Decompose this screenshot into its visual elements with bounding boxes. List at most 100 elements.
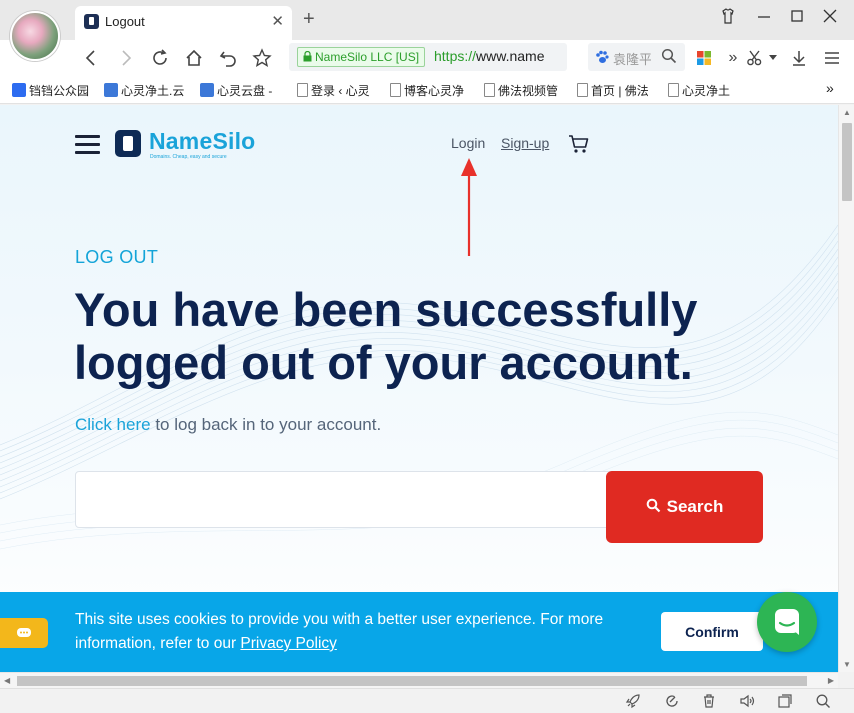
search-button[interactable]: Search [606,471,763,543]
horizontal-scrollbar[interactable]: ◀ ▶ [0,672,838,688]
bookmark-label: 佛法视频管 [498,84,559,98]
scissors-dropdown-icon[interactable] [764,45,782,71]
secure-badge[interactable]: NameSilo LLC [US] [297,47,426,67]
page-headline: You have been successfully logged out of… [74,283,698,389]
privacy-policy-link[interactable]: Privacy Policy [240,635,336,652]
scroll-up-icon[interactable]: ▲ [843,108,851,117]
download-icon[interactable] [786,45,812,71]
brand-name: NameSilo [149,128,256,154]
bookmark-item[interactable]: 首页 | 佛法 [577,82,653,100]
trash-icon[interactable] [701,693,717,709]
signup-link[interactable]: Sign-up [501,135,549,151]
bookmarks-bar: 铛铛公众园 心灵净土.云 心灵云盘 - 登录 ‹ 心灵 博客心灵净 佛法视频管 … [0,76,854,104]
scroll-right-icon[interactable]: ▶ [828,676,834,685]
domain-search-input[interactable] [75,471,615,528]
login-link[interactable]: Login [451,135,485,151]
bookmark-item[interactable]: 佛法视频管 [484,82,560,100]
intercom-chat-button[interactable] [757,592,817,652]
page-viewport: NameSilo Domains. Cheap, easy and secure… [0,105,838,672]
bookmark-label: 心灵净土 [682,84,731,98]
k-logo-icon [104,83,118,97]
bookmark-label: 首页 | 佛法 [591,84,649,98]
home-icon[interactable] [181,45,207,71]
bookmark-item[interactable]: 心灵净土 [668,82,738,100]
browser-search-box[interactable]: 袁隆平 [588,43,685,71]
close-window-icon[interactable] [823,8,837,29]
search-placeholder: 袁隆平 [613,52,651,67]
relogin-rest-text: to log back in to your account. [150,415,382,434]
lock-icon [303,50,312,62]
bookmark-label: 博客心灵净 [404,84,465,98]
undo-icon[interactable] [215,45,241,71]
minimize-icon[interactable] [757,8,771,29]
browser-window: Logout ✕ + NameSilo LLC [US] https://www… [0,0,854,713]
window-icon[interactable] [777,693,793,709]
page-kicker: LOG OUT [75,247,159,267]
address-bar[interactable]: NameSilo LLC [US] https://www.name [289,43,567,71]
bookmark-item[interactable]: 铛铛公众园 [12,82,94,100]
annotation-arrow-icon [461,158,477,256]
page-icon [668,83,679,97]
reload-icon[interactable] [147,45,173,71]
page-icon [390,83,401,97]
forward-icon[interactable] [113,45,139,71]
url-host: www.name [476,48,545,64]
bookmark-label: 铛铛公众园 [29,84,90,98]
namesilo-logo[interactable]: NameSilo Domains. Cheap, easy and secure [115,128,260,160]
bookmark-item[interactable]: 心灵云盘 - [200,82,278,100]
horizontal-scroll-thumb[interactable] [17,676,807,686]
chat-bubble-icon[interactable] [0,618,48,648]
namesilo-favicon-icon [84,14,99,29]
tab-close-icon[interactable]: ✕ [271,12,284,30]
page-icon [577,83,588,97]
apps-grid-icon[interactable] [691,45,717,71]
baidu-paw-icon [594,49,610,65]
url-text[interactable]: https://www.name [434,48,562,64]
click-here-link[interactable]: Click here [75,415,151,434]
hamburger-menu-icon[interactable] [75,135,100,154]
bookmark-item[interactable]: 登录 ‹ 心灵 [297,82,375,100]
bookmark-label: 心灵云盘 - [217,84,273,98]
back-icon[interactable] [78,45,104,71]
confirm-cookies-button[interactable]: Confirm [661,612,763,651]
status-bar [0,688,854,713]
tab-logout[interactable]: Logout ✕ [75,6,292,40]
refresh-speed-icon[interactable] [664,693,680,709]
maximize-icon[interactable] [790,8,804,29]
tab-bar: Logout ✕ + [0,0,854,61]
k-logo-icon [200,83,214,97]
menu-icon[interactable] [819,45,845,71]
bookmark-app-icon [12,83,26,97]
bookmark-item[interactable]: 心灵净土.云 [104,82,188,100]
brand-tagline: Domains. Cheap, easy and secure [150,154,227,160]
scroll-left-icon[interactable]: ◀ [4,676,10,685]
cookie-banner: This site uses cookies to provide you wi… [0,592,838,672]
zoom-search-icon[interactable] [815,693,831,709]
scroll-down-icon[interactable]: ▼ [843,660,851,669]
search-icon [646,498,661,517]
skin-icon[interactable] [720,8,736,29]
rocket-icon[interactable] [625,693,641,709]
favorite-star-icon[interactable] [249,45,275,71]
bookmark-item[interactable]: 博客心灵净 [390,82,468,100]
vertical-scroll-thumb[interactable] [842,123,852,201]
search-button-label: Search [666,497,724,516]
logo-badge-icon [115,130,141,157]
cookie-message: This site uses cookies to provide you wi… [75,608,635,656]
cookie-message-text: This site uses cookies to provide you wi… [75,611,604,652]
more-bookmarks-button[interactable]: » [826,80,834,98]
relogin-text: Click here to log back in to your accoun… [75,415,381,435]
tab-title: Logout [105,14,145,29]
volume-icon[interactable] [739,693,755,709]
browser-toolbar: NameSilo LLC [US] https://www.name 袁隆平 » [0,40,854,76]
bookmark-label: 心灵净土.云 [121,84,185,98]
search-icon[interactable] [661,48,677,67]
new-tab-button[interactable]: + [303,8,315,31]
page-icon [484,83,495,97]
profile-avatar[interactable] [10,11,60,61]
cart-icon[interactable] [568,134,590,154]
vertical-scrollbar[interactable]: ▲ ▼ [838,105,854,672]
url-scheme: https:// [434,48,477,64]
page-icon [297,83,308,97]
intercom-icon [775,609,799,635]
